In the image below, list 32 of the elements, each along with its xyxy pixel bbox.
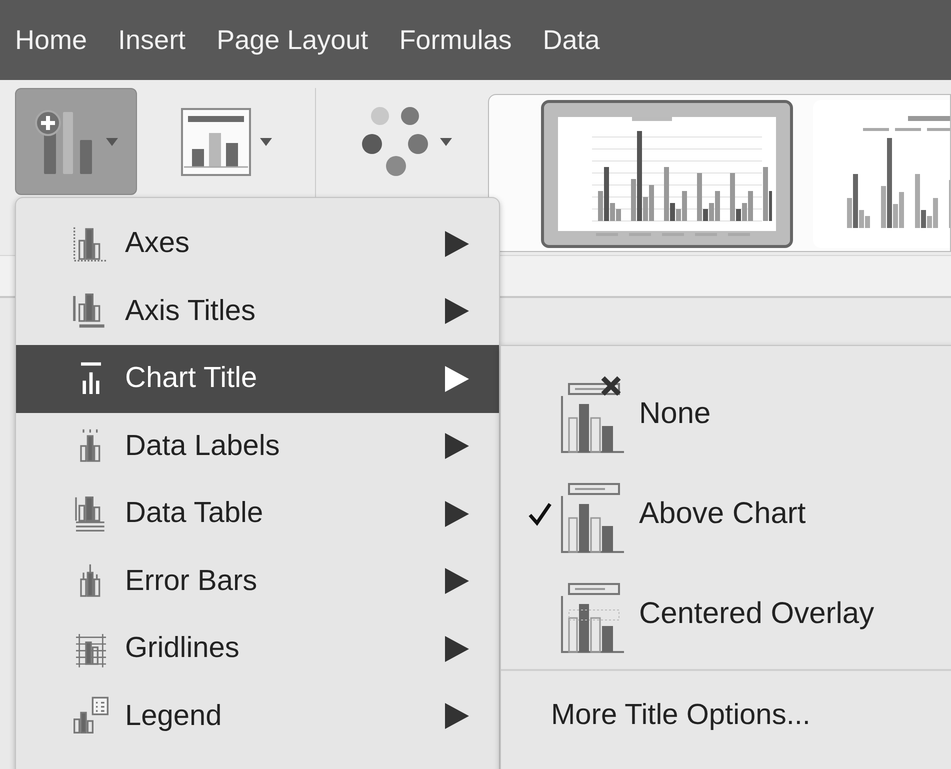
ribbon-tab[interactable]: Formulas xyxy=(399,24,512,56)
chart-layout-icon xyxy=(180,106,252,176)
menu-item[interactable]: Data Table xyxy=(16,480,499,548)
more-title-options-item[interactable]: More Title Options... xyxy=(501,671,810,732)
menu-item[interactable]: Gridlines xyxy=(16,615,499,682)
legend-icon xyxy=(71,696,111,736)
menu-item[interactable]: Chart Title xyxy=(16,345,499,412)
ribbon-tab[interactable]: Data xyxy=(542,24,600,56)
submenu-arrow-icon xyxy=(445,433,469,460)
menu-item[interactable]: Error Bars xyxy=(16,548,499,615)
caret-icon xyxy=(260,138,272,146)
submenu-arrow-icon xyxy=(445,703,469,730)
menu-item[interactable]: None xyxy=(501,364,951,464)
menu-item[interactable]: Legend xyxy=(16,682,499,750)
ribbon-tab[interactable]: Home xyxy=(15,24,88,56)
submenu-arrow-icon xyxy=(445,500,469,527)
menu-item[interactable]: Axis Titles xyxy=(16,278,499,345)
menu-item[interactable]: Axes xyxy=(16,210,499,278)
caret-icon xyxy=(440,138,452,146)
submenu-arrow-icon xyxy=(445,366,469,392)
chart-style-thumbnail[interactable] xyxy=(541,100,793,248)
ribbon-tab[interactable]: Page Layout xyxy=(216,24,368,56)
submenu-arrow-icon xyxy=(445,298,469,324)
menu-item[interactable]: Above Chart xyxy=(501,464,951,564)
menu-item[interactable]: Centered Overlay xyxy=(501,564,951,664)
submenu-arrow-icon xyxy=(445,636,469,662)
add-chart-element-button[interactable] xyxy=(15,88,137,195)
menu-item[interactable]: Data Labels xyxy=(16,412,499,480)
submenu-arrow-icon xyxy=(445,230,469,257)
caret-icon xyxy=(106,138,118,146)
submenu-arrow-icon xyxy=(445,568,469,594)
ribbon-tab[interactable]: Insert xyxy=(118,24,186,56)
